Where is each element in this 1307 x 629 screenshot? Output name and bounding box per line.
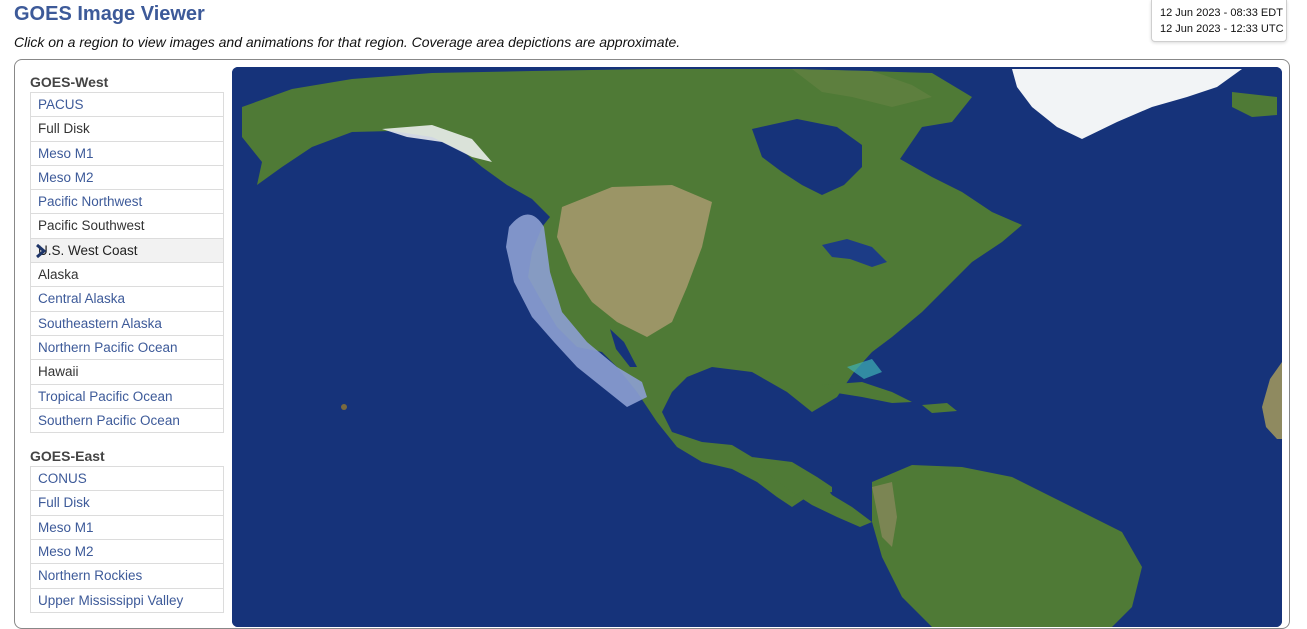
region-map[interactable]	[232, 67, 1282, 627]
region-item-meso-m1[interactable]: Meso M1	[30, 141, 224, 166]
region-item-tropical-pacific-ocean[interactable]: Tropical Pacific Ocean	[30, 384, 224, 409]
region-item-meso-m2[interactable]: Meso M2	[30, 165, 224, 191]
region-item-northern-pacific-ocean[interactable]: Northern Pacific Ocean	[30, 335, 224, 361]
region-item-central-alaska[interactable]: Central Alaska	[30, 287, 224, 312]
region-item-northern-rockies[interactable]: Northern Rockies	[30, 564, 224, 589]
region-item-label: U.S. West Coast	[38, 242, 138, 258]
region-item-conus[interactable]: CONUS	[30, 467, 224, 492]
region-sidebar: GOES-West PACUS Full Disk Meso M1 Meso M…	[30, 73, 224, 613]
region-map-image[interactable]	[232, 67, 1282, 627]
page-instructions: Click on a region to view images and ani…	[14, 34, 681, 50]
region-item-pacific-southwest[interactable]: Pacific Southwest	[30, 214, 224, 239]
region-item-meso-m2-east[interactable]: Meso M2	[30, 540, 224, 565]
region-item-us-west-coast[interactable]: U.S. West Coast	[30, 238, 224, 264]
goes-west-heading: GOES-West	[30, 74, 109, 90]
timestamp-box: 12 Jun 2023 - 08:33 EDT 12 Jun 2023 - 12…	[1151, 0, 1287, 42]
utc-time: 12 Jun 2023 - 12:33 UTC	[1160, 23, 1284, 35]
region-item-pacus[interactable]: PACUS	[30, 93, 224, 118]
goes-west-region-list: PACUS Full Disk Meso M1 Meso M2 Pacific …	[30, 92, 224, 434]
region-item-full-disk-east[interactable]: Full Disk	[30, 491, 224, 516]
region-item-hawaii[interactable]: Hawaii	[30, 360, 224, 385]
region-item-meso-m1-east[interactable]: Meso M1	[30, 515, 224, 541]
region-item-upper-mississippi-valley[interactable]: Upper Mississippi Valley	[30, 588, 224, 613]
page-title: GOES Image Viewer	[14, 3, 205, 25]
goes-east-heading: GOES-East	[30, 448, 105, 465]
region-item-southern-pacific-ocean[interactable]: Southern Pacific Ocean	[30, 408, 224, 434]
region-item-pacific-northwest[interactable]: Pacific Northwest	[30, 190, 224, 215]
hawaii-islands	[341, 404, 347, 410]
region-item-alaska[interactable]: Alaska	[30, 263, 224, 288]
chevron-right-icon	[36, 243, 47, 258]
region-item-southeastern-alaska[interactable]: Southeastern Alaska	[30, 311, 224, 336]
goes-east-region-list: CONUS Full Disk Meso M1 Meso M2 Northern…	[30, 466, 224, 613]
local-time: 12 Jun 2023 - 08:33 EDT	[1160, 7, 1283, 19]
region-item-full-disk[interactable]: Full Disk	[30, 117, 224, 142]
